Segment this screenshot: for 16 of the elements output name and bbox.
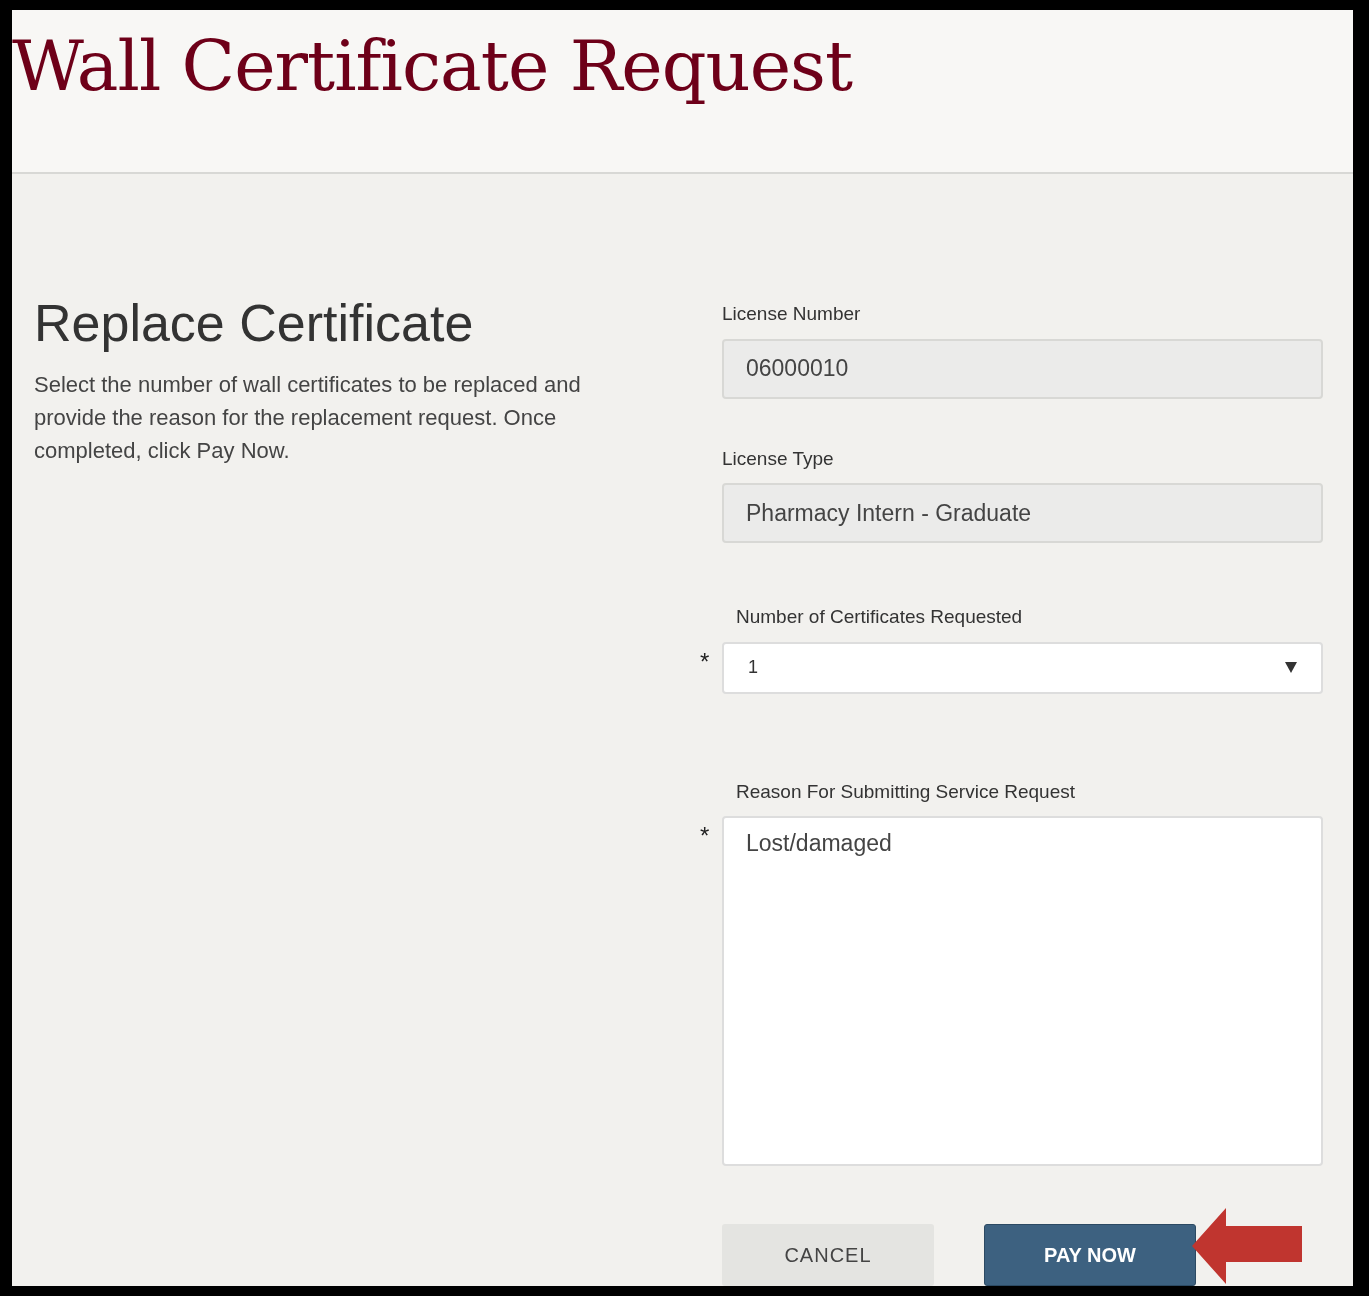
readonly-field[interactable]: 06000010 (722, 338, 1323, 399)
text-area[interactable]: Lost/damaged (722, 816, 1323, 1166)
section-heading: Replace Certificate (34, 293, 475, 354)
readonly-field[interactable]: Pharmacy Intern - Graduate (722, 483, 1323, 543)
page-title: Wall Certificate Request (12, 28, 854, 105)
select-field[interactable]: 1 (722, 641, 1323, 694)
field-label: License Type (722, 446, 835, 471)
field-label: Reason For Submitting Service Request (736, 779, 1076, 804)
dropdown-caret-icon (1285, 662, 1297, 673)
pay-now-button[interactable]: PAY NOW (984, 1224, 1196, 1286)
section-description: Select the number of wall certificates to be replaced and provide the reason for the replacement request. Once completed, click Pay Now. (34, 371, 582, 466)
required-mark: * (700, 646, 711, 674)
cancel-button[interactable]: CANCEL (722, 1224, 934, 1286)
field-label: Number of Certificates Requested (736, 605, 1024, 629)
field-label: License Number (722, 302, 862, 326)
required-mark: * (700, 821, 711, 848)
